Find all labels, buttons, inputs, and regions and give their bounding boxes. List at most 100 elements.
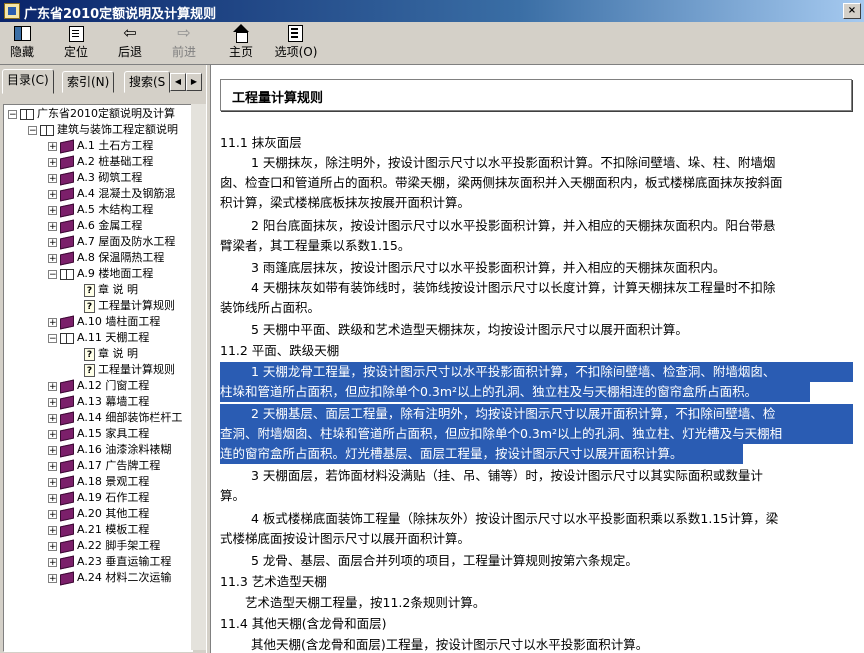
tree-item[interactable]: − A.9 楼地面工程 <box>48 266 153 282</box>
tree-item[interactable]: + A.21 模板工程 <box>48 522 149 538</box>
tree-item[interactable]: + A.16 油漆涂料裱糊 <box>48 442 171 458</box>
collapse-icon[interactable]: − <box>8 109 17 119</box>
tab-scroll-left[interactable]: ◀ <box>170 73 186 91</box>
expand-icon[interactable]: + <box>48 573 57 583</box>
paragraph-line: 3 天棚面层，若饰面材料没满贴（挂、吊、铺等）时，按设计图示尺寸以其实际面积或数… <box>251 468 763 483</box>
paragraph-line: 4 板式楼梯底面装饰工程量（除抹灰外）按设计图示尺寸以水平投影面积乘以系数1.1… <box>251 511 779 526</box>
tree-item[interactable]: + A.8 保温隔热工程 <box>48 250 164 266</box>
expand-icon[interactable]: + <box>48 381 57 391</box>
book-icon <box>60 539 74 553</box>
help-page-icon: ? <box>84 363 95 377</box>
book-icon <box>60 139 74 153</box>
expand-icon[interactable]: + <box>48 525 57 535</box>
tree-item[interactable]: + A.18 景观工程 <box>48 474 149 490</box>
tree-item[interactable]: + A.23 垂直运输工程 <box>48 554 171 570</box>
expand-icon[interactable]: + <box>48 237 57 247</box>
tree-item[interactable]: ? 工程量计算规则 <box>84 298 175 314</box>
locate-icon <box>65 24 87 42</box>
arrow-right-icon: ⇨ <box>177 23 191 42</box>
tree-item[interactable]: + A.13 幕墙工程 <box>48 394 149 410</box>
tree-node-root[interactable]: − 广东省2010定额说明及计算 <box>8 106 175 122</box>
options-icon <box>285 24 307 42</box>
home-button[interactable]: 主页 <box>223 24 259 62</box>
paragraph-line: 式楼梯底面按设计图示尺寸以展开面积计算。 <box>220 531 471 546</box>
tree-item[interactable]: + A.2 桩基础工程 <box>48 154 153 170</box>
expand-icon[interactable]: + <box>48 253 57 263</box>
collapse-icon[interactable]: − <box>48 333 57 343</box>
tree-item[interactable]: + A.3 砌筑工程 <box>48 170 142 186</box>
expand-icon[interactable]: + <box>48 317 57 327</box>
nav-tabs: 目录(C) 索引(N) 搜索(S ◀ ▶ <box>2 69 204 94</box>
expand-icon[interactable]: + <box>48 445 57 455</box>
paragraph-line: 5 天棚中平面、跌级和艺术造型天棚抹灰，均按设计图示尺寸以展开面积计算。 <box>251 322 688 337</box>
expand-icon[interactable]: + <box>48 189 57 199</box>
back-button[interactable]: ⇦ 后退 <box>112 24 148 62</box>
expand-icon[interactable]: + <box>48 429 57 439</box>
expand-icon[interactable]: + <box>48 397 57 407</box>
locate-button[interactable]: 定位 <box>58 24 94 62</box>
book-icon <box>60 155 74 169</box>
tree-item[interactable]: ? 章 说 明 <box>84 282 138 298</box>
tree-item[interactable]: + A.10 墙柱面工程 <box>48 314 160 330</box>
collapse-icon[interactable]: − <box>28 125 37 135</box>
tree-item[interactable]: + A.14 细部装饰栏杆工 <box>48 410 182 426</box>
tree-item[interactable]: + A.5 木结构工程 <box>48 202 153 218</box>
tree-item[interactable]: + A.19 石作工程 <box>48 490 149 506</box>
book-icon <box>60 523 74 537</box>
selected-text-line: 1 天棚龙骨工程量，按设计图示尺寸以水平投影面积计算，不扣除间壁墙、检查洞、附墙… <box>220 362 853 382</box>
expand-icon[interactable]: + <box>48 461 57 471</box>
tree-node-group[interactable]: − 建筑与装饰工程定额说明 <box>28 122 178 138</box>
expand-icon[interactable]: + <box>48 413 57 423</box>
paragraph-line: 4 天棚抹灰如带有装饰线时，装饰线按设计图示尺寸以长度计算，计算天棚抹灰工程量时… <box>251 280 776 295</box>
book-icon <box>60 171 74 185</box>
selected-text-line: 2 天棚基层、面层工程量，除有注明外，均按设计图示尺寸以展开面积计算，不扣除间壁… <box>220 404 853 424</box>
book-icon <box>60 187 74 201</box>
help-page-icon: ? <box>84 347 95 361</box>
title-bar: 广东省2010定额说明及计算规则 × <box>0 0 864 22</box>
tree-item[interactable]: ? 章 说 明 <box>84 346 138 362</box>
tab-scroll-right[interactable]: ▶ <box>186 73 202 91</box>
expand-icon[interactable]: + <box>48 205 57 215</box>
contents-tree: − 广东省2010定额说明及计算 − 建筑与装饰工程定额说明 + A.1 土石方工程 … <box>3 104 193 652</box>
close-button[interactable]: × <box>843 3 861 19</box>
tree-item[interactable]: + A.6 金属工程 <box>48 218 142 234</box>
tree-item[interactable]: + A.15 家具工程 <box>48 426 149 442</box>
expand-icon[interactable]: + <box>48 221 57 231</box>
tree-item[interactable]: + A.22 脚手架工程 <box>48 538 160 554</box>
arrow-left-icon: ⇦ <box>123 23 137 42</box>
paragraph-line: 其他天棚(含龙骨和面层)工程量，按设计图示尺寸以水平投影面积计算。 <box>251 637 649 652</box>
expand-icon[interactable]: + <box>48 157 57 167</box>
expand-icon[interactable]: + <box>48 173 57 183</box>
tree-item[interactable]: + A.20 其他工程 <box>48 506 149 522</box>
expand-icon[interactable]: + <box>48 557 57 567</box>
tree-item[interactable]: − A.11 天棚工程 <box>48 330 149 346</box>
tree-item[interactable]: + A.4 混凝土及钢筋混 <box>48 186 175 202</box>
tree-item[interactable]: + A.12 门窗工程 <box>48 378 149 394</box>
tree-item[interactable]: + A.7 屋面及防水工程 <box>48 234 175 250</box>
tree-item[interactable]: + A.17 广告牌工程 <box>48 458 160 474</box>
collapse-icon[interactable]: − <box>48 269 57 279</box>
options-button[interactable]: 选项(O) <box>272 24 320 62</box>
tab-index[interactable]: 索引(N) <box>62 71 115 93</box>
expand-icon[interactable]: + <box>48 541 57 551</box>
book-icon <box>60 411 74 425</box>
expand-icon[interactable]: + <box>48 493 57 503</box>
expand-icon[interactable]: + <box>48 141 57 151</box>
topic-content: 工程量计算规则 11.1 抹灰面层 1 天棚抹灰，除注明外，按设计图示尺寸以水平… <box>210 65 864 653</box>
book-icon <box>60 235 74 249</box>
book-icon <box>60 555 74 569</box>
expand-icon[interactable]: + <box>48 477 57 487</box>
tree-item[interactable]: + A.1 土石方工程 <box>48 138 153 154</box>
topic-heading: 工程量计算规则 <box>232 91 324 106</box>
tree-item[interactable]: + A.24 材料二次运输 <box>48 570 171 586</box>
book-icon <box>60 475 74 489</box>
book-icon <box>60 427 74 441</box>
hide-button[interactable]: 隐藏 <box>4 24 40 62</box>
expand-icon[interactable]: + <box>48 509 57 519</box>
tab-search[interactable]: 搜索(S <box>124 71 171 93</box>
forward-button[interactable]: ⇨ 前进 <box>166 24 202 62</box>
tree-scrollbar[interactable] <box>191 104 206 650</box>
tree-item-selected[interactable]: ? 工程量计算规则 <box>84 362 175 378</box>
tab-contents[interactable]: 目录(C) <box>2 69 54 94</box>
open-book-icon <box>60 332 74 344</box>
